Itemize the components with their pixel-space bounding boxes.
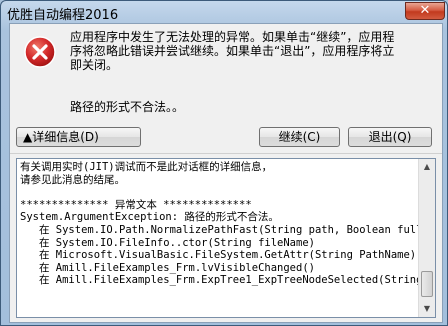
scroll-down-arrow-icon[interactable]: ▼ bbox=[419, 301, 435, 317]
exception-details-text: 有关调用实时(JIT)调试而不是此对话框的详细信息， 请参见此消息的结尾。 **… bbox=[20, 161, 418, 287]
dialog-content: 应用程序中发生了无法处理的异常。如果单击“继续”，应用程 序将忽略此错误并尝试继… bbox=[9, 23, 443, 323]
dialog-window: 优胜自动编程2016 ✕ 应用程序中发生了无法处理的异常。如果单击“继续”，应用… bbox=[0, 0, 448, 326]
window-title: 优胜自动编程2016 bbox=[7, 8, 119, 23]
divider bbox=[10, 153, 442, 154]
details-toggle-button[interactable]: ▲详细信息(D) bbox=[16, 127, 141, 147]
details-textbox[interactable]: 有关调用实时(JIT)调试而不是此对话框的详细信息， 请参见此消息的结尾。 **… bbox=[16, 158, 436, 318]
scrollbar-thumb[interactable] bbox=[421, 271, 433, 297]
close-button[interactable]: ✕ bbox=[405, 2, 445, 20]
quit-button[interactable]: 退出(Q) bbox=[348, 127, 432, 147]
exception-summary: 路径的形式不合法。。 bbox=[70, 100, 185, 114]
continue-button[interactable]: 继续(C) bbox=[259, 127, 340, 147]
title-bar[interactable]: 优胜自动编程2016 ✕ bbox=[1, 1, 448, 23]
vertical-scrollbar[interactable]: ▲ ▼ bbox=[418, 159, 435, 317]
scroll-up-arrow-icon[interactable]: ▲ bbox=[419, 159, 435, 175]
error-message: 应用程序中发生了无法处理的异常。如果单击“继续”，应用程 序将忽略此错误并尝试继… bbox=[70, 30, 395, 72]
error-icon bbox=[24, 36, 56, 68]
